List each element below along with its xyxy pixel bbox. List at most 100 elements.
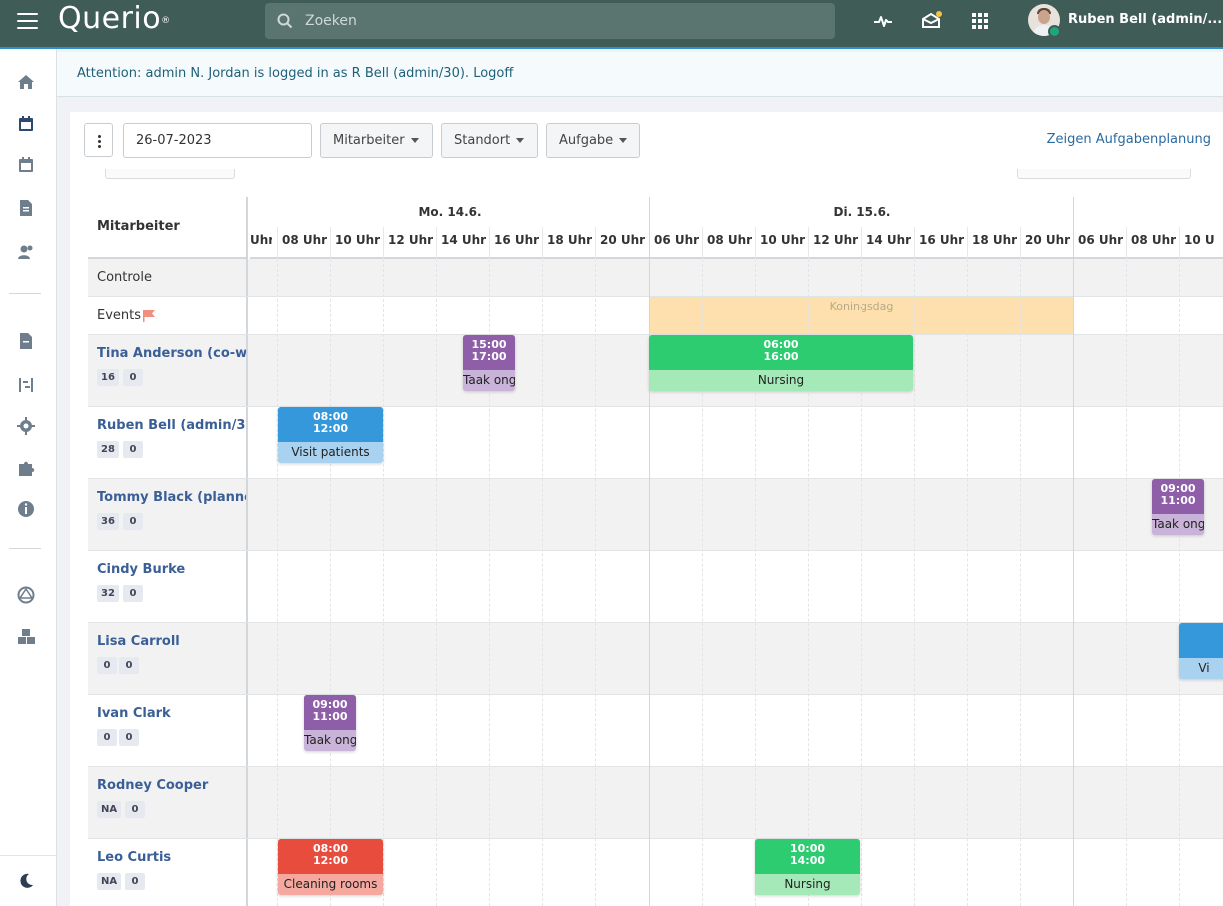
hour-label: 08 Uhr — [1131, 233, 1177, 247]
hours-badge: 0 — [97, 729, 117, 746]
shift-block[interactable]: 15:00 17:00 Taak ong — [463, 335, 515, 391]
apps-grid-icon[interactable] — [969, 10, 991, 32]
hour-label: Uhr — [250, 233, 272, 247]
standort-filter-dropdown[interactable]: Standort — [441, 123, 538, 158]
count-badge: 0 — [125, 873, 145, 890]
users-icon[interactable] — [16, 242, 36, 262]
hour-label: 16 Uhr — [494, 233, 540, 247]
more-options-button[interactable] — [84, 123, 113, 157]
employee-name[interactable]: Ivan Clark — [97, 706, 171, 721]
schedule-grid: Controle Events Koningsdag Tina Anderson… — [88, 197, 1223, 906]
logo-mark: ® — [161, 16, 171, 26]
employee-row: Rodney Cooper NA 0 — [88, 767, 1223, 839]
hours-badge: NA — [97, 873, 122, 890]
shift-label: Visit patients — [291, 445, 370, 459]
shift-block[interactable]: 10:00 14:00 Nursing — [755, 839, 860, 895]
hour-label: 06 Uhr — [654, 233, 700, 247]
home-icon[interactable] — [16, 72, 36, 92]
settings-icon[interactable] — [16, 416, 36, 436]
dropdown-label: Mitarbeiter — [333, 133, 405, 148]
row-controle: Controle — [88, 259, 1223, 297]
hidden-nav-buttons[interactable] — [105, 169, 235, 179]
calendar-icon[interactable] — [16, 114, 36, 134]
row-events: Events Koningsdag — [88, 297, 1223, 335]
employee-name[interactable]: Lisa Carroll — [97, 634, 180, 649]
hours-badge: 32 — [97, 585, 119, 602]
employee-row: Leo Curtis NA 0 — [88, 839, 1223, 906]
hour-label: 18 Uhr — [547, 233, 593, 247]
sidebar-divider — [0, 855, 57, 856]
shift-block[interactable]: 08:00 12:00 Visit patients — [278, 407, 383, 463]
shift-block[interactable]: 09:00 11:00 Taak ong — [1152, 479, 1204, 535]
info-icon[interactable] — [16, 499, 36, 519]
row-label: Controle — [97, 270, 152, 285]
cubes-icon[interactable] — [16, 627, 36, 647]
shift-end: 14:00 — [789, 854, 825, 867]
shift-end: 12:00 — [312, 422, 348, 435]
shift-label: Taak ong — [304, 733, 356, 747]
menu-icon[interactable] — [17, 13, 38, 31]
mitarbeiter-filter-dropdown[interactable]: Mitarbeiter — [320, 123, 433, 158]
hour-label: 12 Uhr — [813, 233, 859, 247]
date-input[interactable]: 26-07-2023 — [123, 123, 312, 158]
logoff-link[interactable]: Logoff — [473, 66, 513, 81]
shift-end: 12:00 — [312, 854, 348, 867]
shift-end: 11:00 — [1160, 494, 1196, 507]
impersonation-alert: Attention: admin N. Jordan is logged in … — [57, 52, 1223, 97]
schedule-toolbar: 26-07-2023 Mitarbeiter Standort Aufgabe … — [70, 112, 1223, 169]
mail-notification-icon[interactable] — [920, 10, 942, 32]
shift-label: Taak ong — [463, 373, 515, 387]
moon-icon[interactable] — [16, 871, 36, 891]
hour-label: 06 Uhr — [1078, 233, 1124, 247]
caret-down-icon — [516, 138, 525, 143]
employee-name[interactable]: Ruben Bell (admin/30) — [97, 418, 246, 433]
employee-name[interactable]: Tina Anderson (co-worker) — [97, 346, 246, 361]
schedule-panel: Controle Events Koningsdag Tina Anderson… — [70, 169, 1223, 906]
sidebar — [0, 49, 57, 906]
documents-icon[interactable] — [16, 198, 36, 218]
employee-name[interactable]: Cindy Burke — [97, 562, 185, 577]
employee-row: Ruben Bell (admin/30) 28 0 — [88, 407, 1223, 479]
shift-label: Vi — [1198, 661, 1210, 675]
report-icon[interactable] — [16, 331, 36, 351]
shift-block[interactable]: Vi — [1179, 623, 1223, 679]
shift-label: Taak ong — [1152, 517, 1204, 531]
flag-icon — [143, 310, 155, 322]
count-badge: 0 — [119, 657, 139, 674]
puzzle-icon[interactable] — [16, 458, 36, 478]
employee-name[interactable]: Rodney Cooper — [97, 778, 208, 793]
alert-text: Attention: admin N. Jordan is logged in … — [77, 66, 470, 81]
pulse-icon[interactable] — [872, 10, 894, 32]
caret-down-icon — [410, 138, 419, 143]
search-placeholder: Zoeken — [305, 13, 357, 29]
hidden-view-buttons[interactable] — [1017, 169, 1191, 179]
shift-block[interactable]: 06:00 16:00 Nursing — [649, 335, 913, 391]
hour-label: 18 Uhr — [972, 233, 1018, 247]
network-icon[interactable] — [16, 585, 36, 605]
caret-down-icon — [619, 138, 628, 143]
hour-label: 20 Uhr — [600, 233, 646, 247]
hour-label: 08 Uhr — [282, 233, 328, 247]
shift-end: 11:00 — [312, 710, 348, 723]
aufgabe-filter-dropdown[interactable]: Aufgabe — [546, 123, 640, 158]
count-badge: 0 — [123, 369, 143, 386]
shift-label: Nursing — [784, 877, 831, 891]
hours-badge: 16 — [97, 369, 119, 386]
time-header: Mo. 14.6. Di. 15.6. Uhr 08 Uhr 10 Uhr 12… — [250, 197, 1223, 259]
calendar-alt-icon[interactable] — [16, 155, 36, 175]
zeigen-aufgabenplanung-link[interactable]: Zeigen Aufgabenplanung — [1047, 132, 1211, 147]
search-input[interactable]: Zoeken — [265, 3, 835, 39]
app-logo[interactable]: Querio® — [58, 0, 171, 40]
employee-name[interactable]: Tommy Black (planner) — [97, 490, 246, 505]
employee-name[interactable]: Leo Curtis — [97, 850, 171, 865]
hour-label: 10 Uhr — [335, 233, 381, 247]
employee-row: Lisa Carroll 0 0 — [88, 623, 1223, 695]
hour-label: 08 Uhr — [707, 233, 753, 247]
shift-end: 16:00 — [763, 350, 799, 363]
hours-badge: 28 — [97, 441, 119, 458]
shift-block[interactable]: 09:00 11:00 Taak ong — [304, 695, 356, 751]
shift-block[interactable]: 08:00 12:00 Cleaning rooms — [278, 839, 383, 895]
shift-label: Cleaning rooms — [283, 877, 378, 891]
name-column-header: Mitarbeiter — [88, 197, 248, 259]
chart-icon[interactable] — [16, 375, 36, 395]
